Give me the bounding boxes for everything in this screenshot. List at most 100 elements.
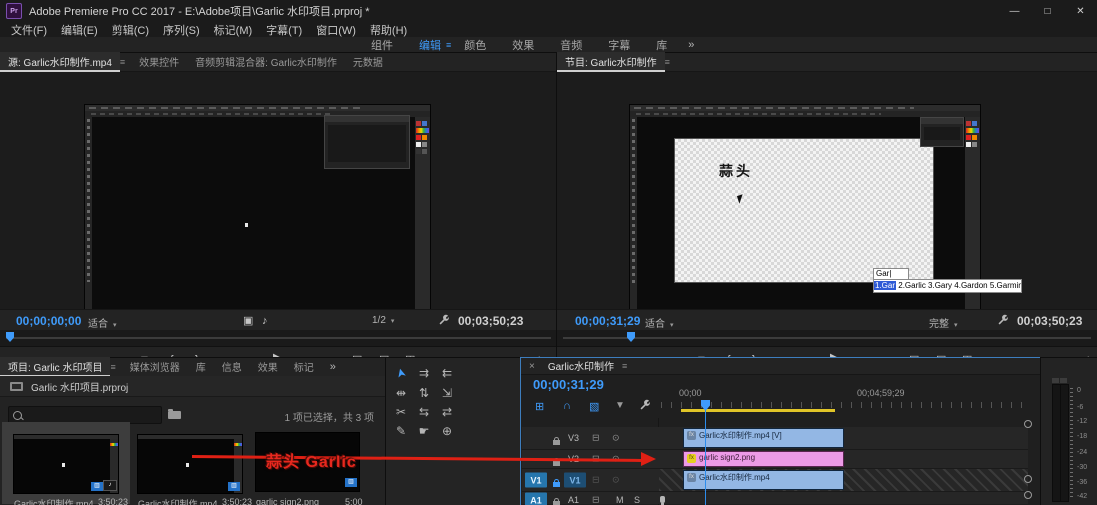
tab-info[interactable]: 信息 [214,357,250,377]
tab-markers[interactable]: 标记 [286,357,322,377]
tab-media-browser[interactable]: 媒体浏览器 [122,357,188,377]
voiceover-mic-icon[interactable] [660,496,665,503]
rolling-edit-tool[interactable]: ⇅ [413,384,435,402]
source-panel-menu-icon[interactable]: ≡ [120,57,131,67]
workspace-effects[interactable]: 效果 [499,37,547,53]
timeline-ruler[interactable] [661,402,1028,408]
add-marker-icon[interactable]: ▼ [615,400,625,411]
tab-project[interactable]: 项目: Garlic 水印项目 [0,357,110,377]
clip-v2[interactable]: fxgarlic sign2.png [683,451,844,467]
ime-selected-candidate[interactable]: 1.Gar [874,281,896,290]
program-panel-menu-icon[interactable]: ≡ [665,57,676,67]
razor-tool[interactable]: ✂ [390,403,412,421]
track-target-v1-button[interactable]: V1 [564,473,586,488]
pen-tool[interactable]: ✎ [390,422,412,440]
rate-stretch-tool[interactable]: ⇲ [436,384,458,402]
timeline-timecode[interactable]: 00;00;31;29 [533,377,604,392]
timeline-settings-wrench-icon[interactable] [639,399,651,414]
solo-button[interactable]: S [634,495,640,505]
track-lock-icon-locked[interactable] [553,482,560,487]
sync-lock-icon[interactable]: ⊟ [592,433,600,444]
track-select-forward-tool[interactable]: ⇉ [413,364,435,382]
program-settings-wrench-icon[interactable] [997,314,1009,329]
drag-video-icon[interactable]: ▣ [243,315,253,327]
project-overflow-icon[interactable]: » [330,361,336,373]
sync-lock-icon[interactable]: ⊟ [592,495,600,505]
track-resize-handle[interactable] [1024,475,1032,483]
ripple-edit-tool[interactable]: ⇹ [390,384,412,402]
menu-file[interactable]: 文件(F) [4,22,54,38]
workspace-overflow-icon[interactable]: » [688,39,694,51]
search-input[interactable] [26,409,150,422]
maximize-button[interactable]: □ [1031,0,1064,22]
clip-v3[interactable]: fxGarlic水印制作.mp4 [V] [683,428,844,448]
new-bin-folder-icon[interactable] [168,411,181,419]
timeline-panel-menu-icon[interactable]: ≡ [622,361,633,371]
snap-magnet-icon[interactable]: ∩ [563,400,571,412]
tab-program[interactable]: 节目: Garlic水印制作 [557,52,665,72]
workspace-assembly[interactable]: 组件 [358,37,406,53]
project-item-thumbnail[interactable]: ▥ ♪ [14,435,118,493]
selection-tool[interactable]: ➤ [389,360,412,386]
ime-candidates[interactable]: 1.Gar 2.Garlic 3.Gary 4.Gardon 5.Garmin [873,279,1022,293]
track-label[interactable]: V3 [568,433,579,443]
track-select-backward-tool[interactable]: ⇇ [436,364,458,382]
tab-audio-clip-mixer[interactable]: 音频剪辑混合器: Garlic水印制作 [187,52,345,72]
track-lock-icon[interactable] [553,461,560,466]
track-resize-handle[interactable] [1024,491,1032,499]
menu-window[interactable]: 窗口(W) [309,22,363,38]
workspace-titles[interactable]: 字幕 [595,37,643,53]
clip-v1-locked[interactable]: fxGarlic水印制作.mp4 [683,470,844,490]
zoom-tool[interactable]: ⊕ [436,422,458,440]
tab-effect-controls[interactable]: 效果控件 [131,52,187,72]
source-scrubber[interactable] [0,330,557,347]
sync-lock-icon[interactable]: ⊟ [592,475,600,486]
source-timecode[interactable]: 00;00;00;00 [16,314,81,328]
workspace-libraries[interactable]: 库 [643,37,680,53]
tab-source[interactable]: 源: Garlic水印制作.mp4 [0,52,120,72]
linked-selection-icon[interactable]: ▧ [589,400,599,413]
drag-audio-icon[interactable]: ♪ [262,315,268,327]
menu-help[interactable]: 帮助(H) [363,22,414,38]
program-playhead[interactable] [627,332,635,342]
hand-tool[interactable]: ☛ [413,422,435,440]
mute-button[interactable]: M [616,495,624,505]
menu-sequence[interactable]: 序列(S) [156,22,207,38]
track-lock-icon[interactable] [553,501,560,505]
menu-clip[interactable]: 剪辑(C) [105,22,156,38]
source-settings-wrench-icon[interactable] [438,314,450,329]
project-panel-menu-icon[interactable]: ≡ [110,362,121,372]
nest-toggle-icon[interactable]: ⊞ [535,400,544,413]
source-patch-v1-button[interactable]: V1 [525,473,547,488]
menu-edit[interactable]: 编辑(E) [54,22,105,38]
source-fit-dropdown[interactable]: 适合▾ [88,315,117,330]
source-playhead[interactable] [6,332,14,342]
program-fit-dropdown[interactable]: 适合▾ [645,315,674,330]
timeline-tab-close-icon[interactable]: × [521,361,540,372]
workspace-color[interactable]: 颜色 [451,37,499,53]
workspace-audio[interactable]: 音频 [547,37,595,53]
source-patch-a1-button[interactable]: A1 [525,493,547,505]
track-output-eye-icon[interactable]: ⊙ [612,433,620,444]
project-bin-row[interactable]: Garlic 水印项目.prproj [0,376,386,397]
program-timecode[interactable]: 00;00;31;29 [575,314,640,328]
track-resize-handle[interactable] [1024,420,1032,428]
minimize-button[interactable]: — [998,0,1031,22]
program-monitor-body: 蒜头 Gar| 1.Gar 2.Garlic 3.Gary 4.Gardon 5… [557,72,1097,358]
slide-tool[interactable]: ⇄ [436,403,458,421]
slip-tool[interactable]: ⇆ [413,403,435,421]
menu-markers[interactable]: 标记(M) [207,22,260,38]
track-output-eye-icon[interactable]: ⊙ [612,475,620,486]
track-label[interactable]: A1 [568,495,579,505]
tab-metadata[interactable]: 元数据 [345,52,391,72]
tab-effects[interactable]: 效果 [250,357,286,377]
tab-libraries[interactable]: 库 [188,357,214,377]
source-zoom-dropdown[interactable]: 1/2▾ [372,315,394,326]
program-scrubber[interactable] [557,330,1097,347]
close-button[interactable]: ✕ [1064,0,1097,22]
program-quality-dropdown[interactable]: 完整▾ [929,315,958,330]
project-item-thumbnail[interactable]: ▥ [138,435,242,493]
menu-titles[interactable]: 字幕(T) [259,22,309,38]
track-lock-icon[interactable] [553,440,560,445]
tab-sequence[interactable]: Garlic水印制作 [540,356,622,376]
